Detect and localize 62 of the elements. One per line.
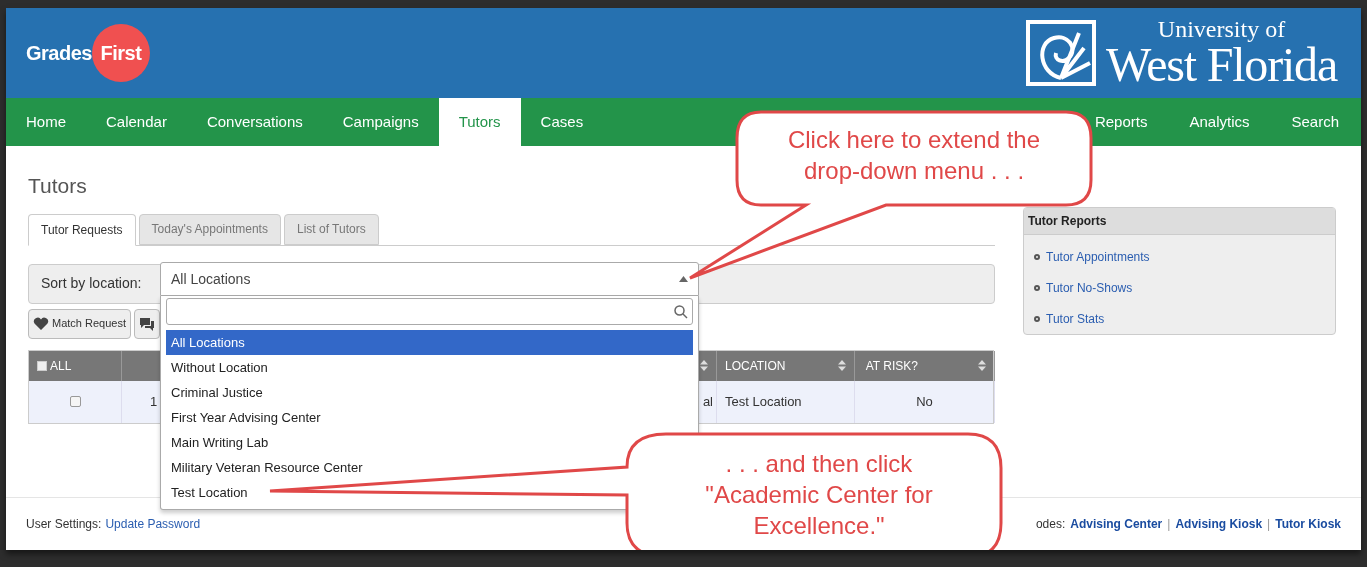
logo-text: Grades — [26, 41, 92, 66]
checkbox[interactable] — [37, 360, 47, 371]
action-button[interactable]: Match Request — [28, 308, 131, 339]
nav-tab[interactable]: Campaigns — [322, 98, 439, 146]
tab[interactable]: Today's Appointments — [138, 213, 281, 245]
mode-link[interactable]: Tutor Kiosk — [1275, 515, 1341, 533]
nav-tab[interactable]: Analytics — [1187, 98, 1252, 146]
bullet-icon — [1034, 284, 1040, 291]
dropdown-option[interactable]: Criminal Justice — [171, 382, 263, 403]
sort-icon — [838, 360, 846, 371]
nav-tab[interactable]: Tutors — [438, 98, 521, 146]
logo-text: First — [91, 24, 150, 82]
settings-label: User Settings: — [26, 516, 102, 533]
dropdown-option[interactable]: Test Location — [171, 482, 248, 503]
callout-text: . . . and then click "Academic Center for Excellence." — [704, 449, 934, 541]
mode-link[interactable]: Advising Kiosk — [1175, 515, 1263, 533]
report-link[interactable]: Tutor No-Shows — [1046, 278, 1133, 297]
table-cell-text: Test Location — [725, 392, 802, 411]
nav-tab[interactable]: Conversations — [186, 98, 323, 146]
dropdown-option[interactable]: First Year Advising Center — [171, 407, 321, 428]
update-password-link[interactable]: Update Password — [105, 515, 201, 533]
shell-icon — [1023, 18, 1098, 88]
search-icon — [674, 304, 688, 319]
bullet-icon — [1034, 253, 1040, 260]
heart-icon — [33, 316, 49, 331]
dropdown-option[interactable]: Military Veteran Resource Center — [171, 457, 363, 478]
separator: | — [1167, 516, 1171, 533]
university-name: West Florida — [1105, 41, 1337, 89]
dropdown-option[interactable]: Without Location — [171, 357, 268, 378]
table-cell-text: No — [916, 392, 933, 411]
table-cell-text: al — [702, 392, 713, 411]
caret-icon — [679, 276, 688, 282]
tab[interactable]: Tutor Requests — [28, 213, 136, 246]
nav-tab[interactable]: Calendar — [86, 98, 187, 146]
sort-icon — [978, 360, 986, 371]
nav-tab[interactable]: Search — [1289, 98, 1341, 146]
checkbox[interactable] — [69, 396, 81, 407]
modes-label: odes: — [1035, 516, 1066, 533]
bullet-icon — [1034, 315, 1040, 322]
mode-link[interactable]: Advising Center — [1070, 515, 1163, 533]
university-name: University of — [1157, 17, 1286, 41]
dropdown-option[interactable]: All Locations — [166, 330, 693, 355]
column-header: AT RISK? — [865, 357, 918, 375]
dropdown-option[interactable]: Main Writing Lab — [171, 432, 269, 453]
action-button[interactable] — [134, 308, 160, 339]
separator: | — [1267, 516, 1271, 533]
callout-text: Click here to extend the drop-down menu . . . — [786, 125, 1042, 186]
tab[interactable]: List of Tutors — [283, 213, 379, 245]
report-link[interactable]: Tutor Appointments — [1046, 247, 1150, 266]
nav-tab[interactable]: Reports — [1092, 98, 1150, 146]
location-select[interactable]: All Locations — [160, 262, 699, 296]
nav-tab[interactable]: Cases — [520, 98, 604, 146]
filter-label: Sort by location: — [41, 274, 143, 293]
column-header: ALL — [50, 357, 72, 375]
column-header: LOCATION — [725, 357, 786, 375]
panel-title: Tutor Reports — [1024, 208, 1335, 235]
table-cell-text: 1 — [150, 392, 158, 411]
page-title: Tutors — [28, 173, 87, 199]
nav-tab[interactable]: Home — [6, 98, 86, 146]
report-link[interactable]: Tutor Stats — [1046, 309, 1105, 328]
chat-icon — [139, 316, 155, 331]
search-field[interactable] — [166, 298, 693, 325]
